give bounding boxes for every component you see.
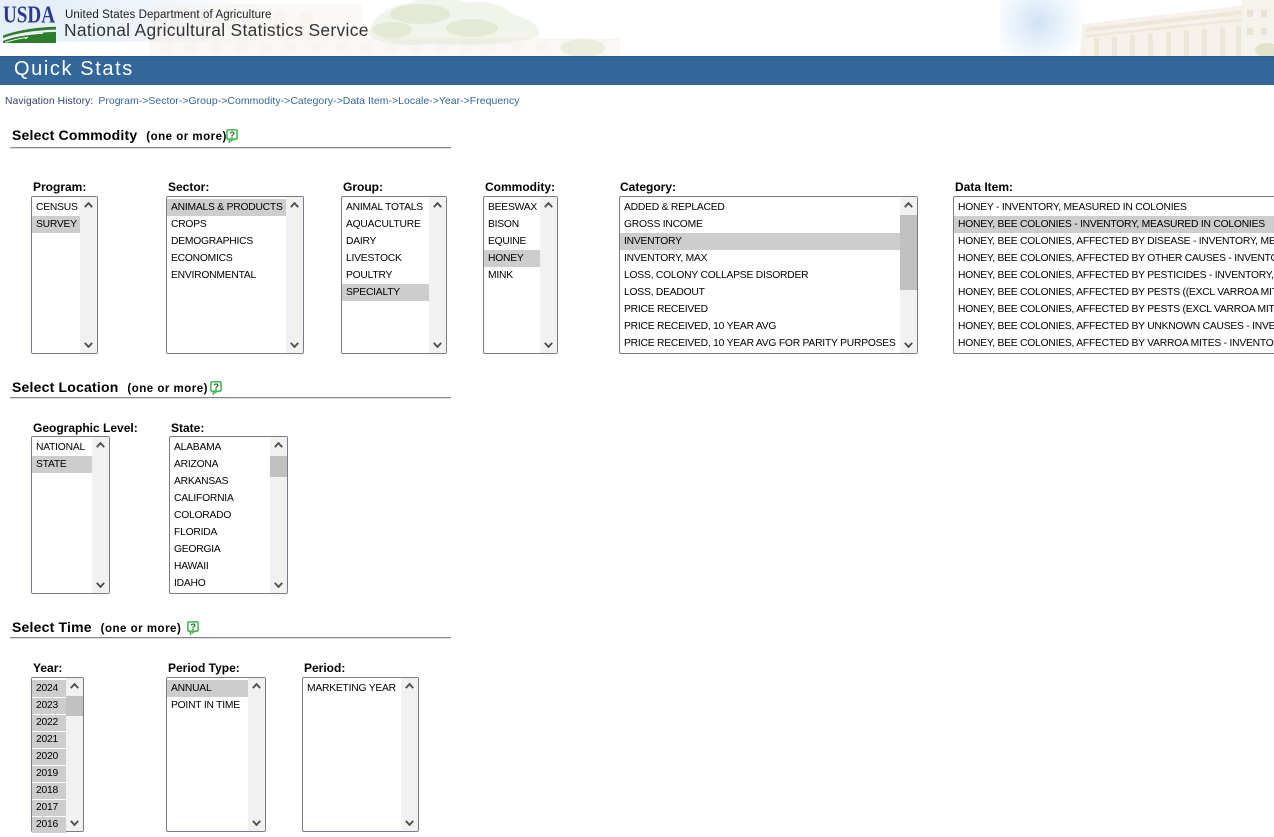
svg-text:USDA: USDA — [3, 6, 55, 29]
svg-text:?: ? — [229, 130, 235, 141]
svg-text:?: ? — [213, 382, 219, 393]
svg-text:?: ? — [190, 622, 196, 633]
